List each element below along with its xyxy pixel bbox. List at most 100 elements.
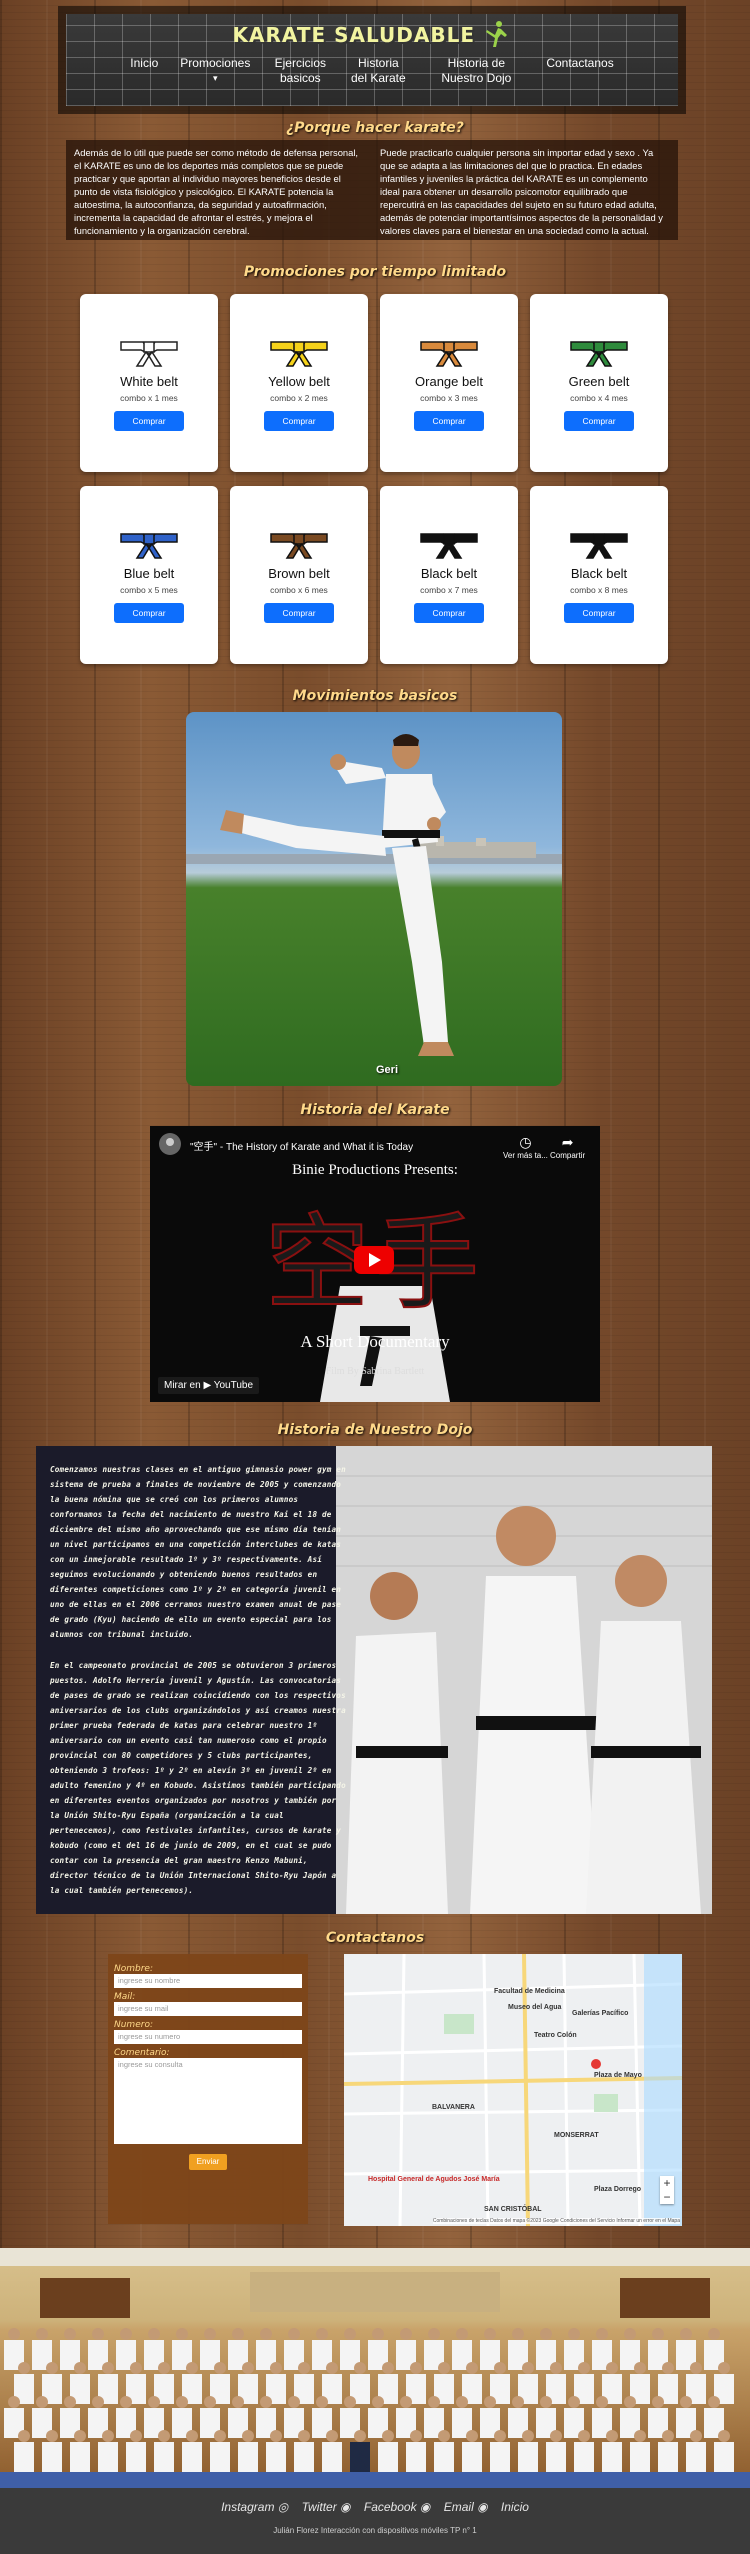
twitter-link[interactable]: Twitter ◉ — [302, 2500, 351, 2514]
map-label: SAN CRISTÓBAL — [484, 2206, 542, 2213]
share-button[interactable]: ➦ Compartir — [550, 1134, 585, 1160]
group-member-head — [120, 2396, 132, 2408]
group-member-head — [46, 2430, 58, 2442]
belt-icon — [570, 533, 628, 559]
combo-description: combo x 3 mes — [420, 393, 478, 403]
promo-card: Orange belt combo x 3 mes Comprar — [380, 294, 518, 472]
group-member-head — [634, 2430, 646, 2442]
nav-contactanos[interactable]: Contactanos — [546, 56, 613, 86]
caret-down-icon: ▾ — [213, 73, 218, 83]
group-member-head — [120, 2328, 132, 2340]
promo-card: Black belt combo x 8 mes Comprar — [530, 486, 668, 664]
group-member-head — [456, 2396, 468, 2408]
email-link[interactable]: Email ◉ — [444, 2500, 488, 2514]
group-member-head — [102, 2430, 114, 2442]
google-map[interactable]: Galerías Pacífico Teatro Colón Plaza de … — [344, 1954, 682, 2226]
group-photo — [0, 2248, 750, 2488]
belt-icon — [420, 533, 478, 559]
buy-button[interactable]: Comprar — [414, 411, 484, 431]
promos-title: Promociones por tiempo limitado — [243, 264, 507, 280]
nav-historia-karate[interactable]: Historia del Karate — [350, 56, 406, 86]
group-member-head — [382, 2430, 394, 2442]
nav-ejercicios[interactable]: Ejercicios basicos — [272, 56, 328, 86]
buy-button[interactable]: Comprar — [414, 603, 484, 623]
group-member-head — [484, 2396, 496, 2408]
group-member-head — [400, 2328, 412, 2340]
belt-name: Yellow belt — [268, 374, 330, 389]
nav-inicio[interactable]: Inicio — [130, 56, 158, 86]
buy-button[interactable]: Comprar — [114, 603, 184, 623]
group-member-head — [316, 2396, 328, 2408]
buy-button[interactable]: Comprar — [564, 411, 634, 431]
buy-button[interactable]: Comprar — [564, 603, 634, 623]
nav-historia-dojo[interactable]: Historia de Nuestro Dojo — [428, 56, 524, 86]
channel-avatar-icon — [159, 1133, 181, 1155]
promo-card: Black belt combo x 7 mes Comprar — [380, 486, 518, 664]
intro-text-left: Además de lo útil que puede ser como mét… — [74, 147, 359, 236]
facebook-link[interactable]: Facebook ◉ — [364, 2500, 431, 2514]
dojo-students-photo — [336, 1446, 712, 1914]
video-title[interactable]: "空手" - The History of Karate and What it… — [190, 1138, 413, 1153]
watch-on-youtube-button[interactable]: Mirar en ▶ YouTube — [158, 1377, 260, 1394]
group-member-head — [680, 2396, 692, 2408]
belt-icon — [120, 533, 178, 559]
group-member-head — [550, 2362, 562, 2374]
combo-description: combo x 4 mes — [570, 393, 628, 403]
group-member-gi — [658, 2442, 678, 2472]
group-member-gi — [574, 2442, 594, 2472]
mail-input[interactable]: ingrese su mail — [114, 2002, 302, 2016]
group-member-head — [36, 2396, 48, 2408]
group-member-gi — [406, 2442, 426, 2472]
group-member-head — [36, 2328, 48, 2340]
group-member-head — [326, 2362, 338, 2374]
group-member-head — [326, 2430, 338, 2442]
group-member-head — [148, 2396, 160, 2408]
group-member-gi — [294, 2442, 314, 2472]
group-member-head — [260, 2328, 272, 2340]
home-link[interactable]: Inicio — [501, 2500, 529, 2514]
group-member-head — [512, 2328, 524, 2340]
nav-promociones[interactable]: Promociones ▾ — [180, 56, 250, 86]
group-member-head — [690, 2430, 702, 2442]
group-member-head — [298, 2362, 310, 2374]
group-member-head — [512, 2396, 524, 2408]
group-member-head — [214, 2430, 226, 2442]
map-label: Galerías Pacífico — [572, 2010, 629, 2017]
main-nav: Inicio Promociones ▾ Ejercicios basicos H… — [66, 56, 678, 86]
group-member-head — [652, 2328, 664, 2340]
map-label: Facultad de Medicina — [494, 1988, 565, 1995]
comment-textarea[interactable]: ingrese su consulta — [114, 2058, 302, 2144]
dojo-paragraph-2: En el campeonato provincial de 2005 se o… — [50, 1661, 346, 1895]
buy-button[interactable]: Comprar — [264, 603, 334, 623]
group-member-gi — [210, 2442, 230, 2472]
map-zoom-control[interactable]: + − — [660, 2176, 674, 2204]
group-member-head — [158, 2362, 170, 2374]
buy-button[interactable]: Comprar — [264, 411, 334, 431]
group-member-gi — [490, 2442, 510, 2472]
send-button[interactable]: Enviar — [189, 2154, 227, 2170]
group-member-gi — [714, 2442, 734, 2472]
group-member-head — [260, 2396, 272, 2408]
karate-kick-icon — [486, 21, 508, 47]
name-input[interactable]: ingrese su nombre — [114, 1974, 302, 1988]
video-presents: Binie Productions Presents: — [292, 1162, 458, 1178]
dojo-mat — [0, 2472, 750, 2488]
group-member-head — [596, 2328, 608, 2340]
instagram-link[interactable]: Instagram ◎ — [221, 2500, 288, 2514]
map-label: Plaza de Mayo — [594, 2072, 642, 2079]
buy-button[interactable]: Comprar — [114, 411, 184, 431]
group-member-head — [298, 2430, 310, 2442]
watch-later-button[interactable]: ◷ Ver más ta... — [503, 1134, 548, 1160]
clock-icon: ◷ — [519, 1134, 532, 1150]
group-member-head — [8, 2328, 20, 2340]
group-member-head — [18, 2430, 30, 2442]
phone-input[interactable]: ingrese su numero — [114, 2030, 302, 2044]
play-button-icon[interactable] — [354, 1246, 394, 1274]
site-footer: Instagram ◎ Twitter ◉ Facebook ◉ Email ◉… — [0, 2488, 750, 2554]
group-member-head — [718, 2430, 730, 2442]
group-member-head — [708, 2328, 720, 2340]
belt-name: Orange belt — [415, 374, 483, 389]
karateka-figure — [186, 734, 562, 1056]
intro-section: Además de lo útil que puede ser como mét… — [66, 140, 678, 240]
group-member-head — [568, 2328, 580, 2340]
